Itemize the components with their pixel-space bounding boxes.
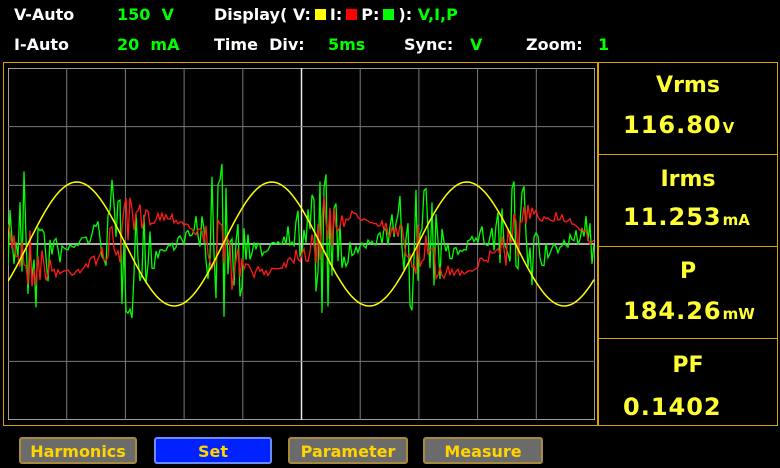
pf-value: 0.1402	[623, 393, 722, 421]
time-div-value: 5ms	[328, 35, 366, 54]
display-close: ):	[398, 5, 413, 24]
vrms-value: 116.80V	[623, 111, 734, 139]
irms-value: 11.253mA	[623, 203, 750, 231]
p-number: 184.26	[623, 297, 722, 325]
current-swatch	[346, 9, 358, 20]
readout-irms: Irms 11.253mA	[599, 155, 777, 247]
display-value: V,I,P	[417, 5, 458, 24]
i-mode: I-Auto	[14, 35, 70, 54]
irms-unit: mA	[722, 211, 750, 229]
v-range: 150 V	[117, 5, 174, 24]
tab-parameter[interactable]: Parameter	[288, 437, 408, 464]
readout-pf: PF 0.1402	[599, 339, 777, 425]
sync-label: Sync:	[404, 35, 454, 54]
zoom-value: 1	[598, 35, 610, 54]
pf-number: 0.1402	[623, 393, 722, 421]
display-label: Display( V: I: P:): V,I,P	[214, 5, 458, 25]
readout-vrms: Vrms 116.80V	[599, 63, 777, 155]
tab-measure[interactable]: Measure	[423, 437, 543, 464]
tab-harmonics[interactable]: Harmonics	[19, 437, 137, 464]
v-mode: V-Auto	[14, 5, 75, 24]
voltage-swatch	[314, 9, 326, 20]
p-label: P	[679, 259, 697, 284]
display-p-label: P:	[361, 5, 380, 24]
p-value: 184.26mW	[623, 297, 755, 325]
irms-label: Irms	[660, 167, 716, 192]
vrms-label: Vrms	[656, 73, 720, 98]
waveform-plot	[8, 68, 595, 420]
vrms-unit: V	[722, 119, 735, 137]
readout-p: P 184.26mW	[599, 247, 777, 339]
zoom-label: Zoom:	[526, 35, 583, 54]
power-swatch	[383, 9, 395, 20]
irms-number: 11.253	[623, 203, 722, 231]
vrms-number: 116.80	[623, 111, 722, 139]
p-unit: mW	[722, 305, 755, 323]
display-label-text: Display( V:	[214, 5, 311, 24]
time-div-label: Time Div:	[214, 35, 305, 54]
tab-set[interactable]: Set	[154, 437, 272, 464]
display-i-label: I:	[329, 5, 343, 24]
readout-panel: Vrms 116.80V Irms 11.253mA P 184.26mW PF…	[598, 62, 778, 426]
pf-label: PF	[672, 353, 704, 378]
i-range: 20 mA	[117, 35, 180, 54]
sync-value: V	[470, 35, 483, 54]
